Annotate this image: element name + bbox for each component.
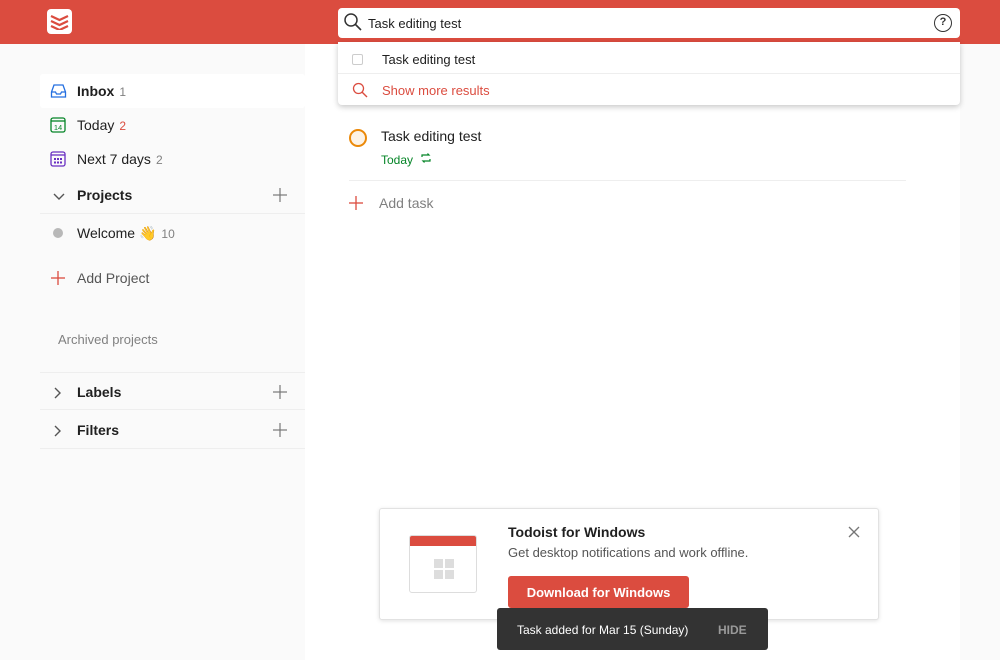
sidebar-item-inbox[interactable]: Inbox 1: [40, 74, 305, 108]
windows-app-promo: Todoist for Windows Get desktop notifica…: [379, 508, 879, 620]
add-filter-plus-icon[interactable]: [273, 423, 287, 440]
download-for-windows-button[interactable]: Download for Windows: [508, 576, 689, 608]
projects-section[interactable]: Projects: [40, 176, 305, 214]
help-icon[interactable]: ?: [934, 14, 952, 32]
project-dot-icon: [50, 225, 66, 241]
search-input[interactable]: [368, 12, 928, 34]
next7-count: 2: [155, 153, 163, 167]
right-gutter: [960, 44, 1000, 660]
wave-emoji: 👋: [138, 225, 157, 241]
sidebar: Inbox 1 14 Today 2 Next 7 days 2 Project…: [0, 44, 305, 660]
today-date-number: 14: [54, 123, 62, 132]
add-project-plus-icon[interactable]: [273, 188, 287, 205]
chevron-right-icon[interactable]: [53, 424, 63, 440]
search-bar: ?: [338, 8, 960, 38]
add-project-button[interactable]: Add Project: [40, 261, 305, 295]
toast-message: Task added for Mar 15 (Sunday): [517, 623, 689, 637]
chevron-right-icon[interactable]: [53, 386, 63, 402]
show-more-results[interactable]: Show more results: [338, 75, 960, 105]
todoist-logo-icon[interactable]: [47, 9, 72, 34]
recurring-icon: [419, 151, 433, 168]
search-result-label: Task editing test: [382, 52, 476, 67]
plus-icon: [349, 196, 363, 213]
task-item[interactable]: Task editing test Today: [349, 124, 906, 181]
archived-projects-link[interactable]: Archived projects: [58, 332, 158, 347]
project-count: 10: [161, 227, 175, 241]
plus-icon: [50, 270, 66, 286]
windows-app-illustration: [409, 535, 477, 593]
sidebar-item-next-7-days[interactable]: Next 7 days 2: [40, 142, 305, 176]
inbox-icon: [50, 83, 67, 99]
project-label: Welcome: [77, 225, 136, 241]
calendar-today-icon: 14: [50, 117, 66, 133]
add-label-plus-icon[interactable]: [273, 385, 287, 402]
promo-title: Todoist for Windows: [508, 524, 646, 540]
task-due-date[interactable]: Today: [381, 153, 413, 167]
labels-section[interactable]: Labels: [40, 372, 305, 410]
close-icon[interactable]: [848, 525, 860, 541]
filters-section[interactable]: Filters: [40, 411, 305, 449]
sidebar-item-label: Today: [77, 117, 115, 133]
toast-notification: Task added for Mar 15 (Sunday) HIDE: [497, 608, 768, 650]
search-result-item[interactable]: Task editing test: [338, 44, 960, 74]
promo-subtitle: Get desktop notifications and work offli…: [508, 545, 749, 560]
add-task-label: Add task: [379, 195, 434, 211]
windows-logo-icon: [434, 559, 454, 579]
sidebar-item-today[interactable]: 14 Today 2: [40, 108, 305, 142]
add-task-button[interactable]: Add task: [349, 194, 549, 214]
top-bar: ?: [0, 0, 1000, 44]
projects-label: Projects: [77, 187, 133, 203]
show-more-label: Show more results: [382, 83, 490, 98]
toast-hide-button[interactable]: HIDE: [718, 623, 747, 637]
calendar-week-icon: [50, 151, 66, 167]
labels-label: Labels: [77, 384, 122, 400]
sidebar-item-label: Next 7 days: [77, 151, 151, 167]
sidebar-item-welcome-project[interactable]: Welcome 👋 10: [40, 216, 305, 250]
chevron-down-icon[interactable]: [53, 189, 65, 205]
search-results-dropdown: Task editing test Show more results: [338, 42, 960, 105]
search-icon: [352, 82, 368, 101]
today-count: 2: [119, 119, 127, 133]
add-project-label: Add Project: [77, 270, 150, 286]
search-icon: [343, 12, 363, 35]
filters-label: Filters: [77, 422, 120, 438]
task-complete-checkbox[interactable]: [349, 129, 367, 147]
sidebar-item-label: Inbox: [77, 83, 115, 99]
checkbox-icon[interactable]: [352, 54, 363, 65]
task-title[interactable]: Task editing test: [381, 128, 481, 144]
inbox-count: 1: [119, 85, 127, 99]
